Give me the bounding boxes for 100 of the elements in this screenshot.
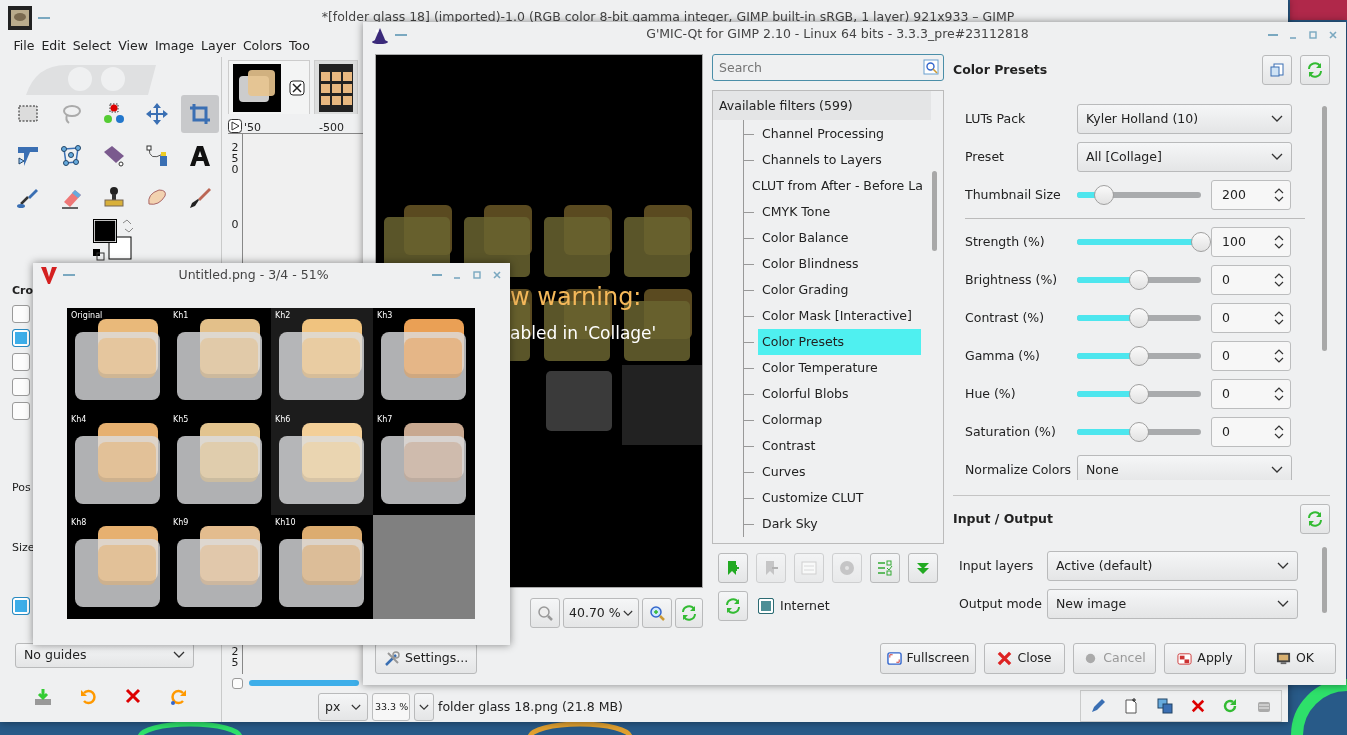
number-field[interactable]: 0 xyxy=(1211,341,1291,371)
checkbox[interactable] xyxy=(12,352,30,371)
filter-item[interactable]: Color Balance xyxy=(758,225,921,251)
filter-item[interactable]: Channel Processing xyxy=(758,121,921,147)
chevron-down-icon xyxy=(1271,115,1283,123)
spin-arrows-icon[interactable] xyxy=(1274,309,1284,327)
menu-item[interactable]: Image xyxy=(151,36,198,56)
filter-item[interactable]: Channels to Layers xyxy=(758,147,921,173)
duplicate-icon[interactable] xyxy=(1157,698,1174,714)
internet-checkbox[interactable]: Internet xyxy=(758,596,830,616)
zoom-out-button[interactable] xyxy=(530,598,560,628)
checkbox[interactable] xyxy=(12,304,30,323)
copy-button[interactable] xyxy=(1262,55,1292,85)
dash-icon[interactable] xyxy=(63,272,75,278)
slider-thumb[interactable] xyxy=(1094,185,1115,205)
number-field[interactable]: 0 xyxy=(1211,265,1291,295)
number-field[interactable]: 100 xyxy=(1211,227,1291,257)
zoom-dropdown[interactable]: 40.70 % xyxy=(563,598,639,628)
dropdown[interactable]: Active (default) xyxy=(1047,551,1298,581)
checkbox[interactable] xyxy=(758,598,774,614)
filter-item[interactable]: Colorful Blobs xyxy=(758,381,921,407)
slider-thumb[interactable] xyxy=(1129,384,1149,404)
checkbox[interactable] xyxy=(12,596,30,615)
image-tab[interactable] xyxy=(228,60,310,114)
quick-mask-button[interactable] xyxy=(232,677,243,689)
reset-button[interactable] xyxy=(1300,55,1330,85)
number-field[interactable]: 0 xyxy=(1211,417,1291,447)
filter-item[interactable]: Dark Sky xyxy=(758,511,921,537)
spin-arrows-icon[interactable] xyxy=(1274,186,1284,204)
refresh-button[interactable] xyxy=(675,598,703,628)
undo-icon[interactable] xyxy=(79,687,98,706)
number-field[interactable]: 0 xyxy=(1211,379,1291,409)
maximize-icon[interactable] xyxy=(1308,29,1318,40)
spin-arrows-icon[interactable] xyxy=(1274,385,1284,403)
number-field[interactable]: 200 xyxy=(1211,180,1291,210)
search-icon[interactable] xyxy=(923,59,939,75)
scrollbar[interactable] xyxy=(249,680,359,686)
reset-button[interactable] xyxy=(1300,504,1330,534)
filter-item[interactable]: Customize CLUT xyxy=(758,485,921,511)
dialog-button[interactable]: Apply xyxy=(1164,643,1246,674)
dropdown[interactable]: Kyler Holland (10) xyxy=(1077,104,1292,134)
image-tab[interactable] xyxy=(314,60,358,114)
delete-icon[interactable] xyxy=(1190,699,1205,713)
scrollbar[interactable] xyxy=(1322,106,1327,351)
menu-item[interactable]: File xyxy=(10,36,38,56)
zoom-dropdown[interactable] xyxy=(414,693,434,721)
filter-item[interactable]: Contrast xyxy=(758,433,921,459)
spin-arrows-icon[interactable] xyxy=(1274,233,1284,251)
dialog-button[interactable]: Fullscreen xyxy=(880,643,976,674)
search-field[interactable]: Search xyxy=(712,54,944,81)
filter-item[interactable]: Color Mask [Interactive] xyxy=(758,303,921,329)
menu-item[interactable]: Select xyxy=(69,36,115,56)
filter-item[interactable]: Color Temperature xyxy=(758,355,921,381)
menu-item[interactable]: Colors xyxy=(239,36,286,56)
dropdown[interactable]: All [Collage] xyxy=(1077,142,1292,172)
filter-item[interactable]: CLUT from After - Before La xyxy=(748,173,923,199)
dash-icon[interactable] xyxy=(395,31,407,38)
slider-thumb[interactable] xyxy=(1129,346,1149,366)
number-field[interactable]: 0 xyxy=(1211,303,1291,333)
refresh-icon[interactable] xyxy=(1222,698,1239,714)
menu-item[interactable]: View xyxy=(114,36,152,56)
menu-item[interactable]: Too xyxy=(285,36,314,56)
reset-icon[interactable] xyxy=(169,687,188,706)
checkbox[interactable] xyxy=(12,377,30,396)
refresh-button[interactable] xyxy=(718,591,748,621)
filter-item[interactable]: Color Blindness xyxy=(758,251,921,277)
slider-thumb[interactable] xyxy=(1191,232,1211,252)
menu-item[interactable]: Layer xyxy=(197,36,240,56)
save-icon[interactable] xyxy=(33,687,52,706)
close-icon[interactable] xyxy=(289,79,305,96)
checkbox[interactable] xyxy=(12,328,30,347)
filter-item[interactable]: CMYK Tone xyxy=(758,199,921,225)
dash-icon[interactable] xyxy=(38,14,50,21)
dialog-button[interactable]: OK xyxy=(1254,643,1336,674)
zoom-in-button[interactable] xyxy=(642,598,672,628)
new-layer-icon[interactable] xyxy=(1123,698,1140,714)
filter-item[interactable]: Color Presets xyxy=(758,329,921,355)
play-icon[interactable] xyxy=(228,119,242,133)
scrollbar[interactable] xyxy=(1322,547,1327,613)
unit-dropdown[interactable]: px xyxy=(318,693,368,721)
delete-icon[interactable] xyxy=(125,687,142,704)
pencil-icon[interactable] xyxy=(1089,698,1106,714)
filter-item[interactable]: Curves xyxy=(758,459,921,485)
slider-thumb[interactable] xyxy=(1129,308,1149,328)
scrollbar[interactable] xyxy=(932,171,937,251)
slider-thumb[interactable] xyxy=(1129,270,1149,290)
dropdown[interactable]: New image xyxy=(1047,589,1298,619)
spin-arrows-icon[interactable] xyxy=(1274,347,1284,365)
dropdown[interactable]: None xyxy=(1077,455,1292,480)
nodes-icon xyxy=(59,144,83,168)
settings-button[interactable]: Settings... xyxy=(375,643,478,674)
checkbox[interactable] xyxy=(12,401,30,420)
zoom-field[interactable]: 33.3 % xyxy=(372,693,410,721)
slider-thumb[interactable] xyxy=(1129,422,1149,442)
dialog-button[interactable]: Close xyxy=(984,643,1065,674)
spin-arrows-icon[interactable] xyxy=(1274,271,1284,289)
spin-arrows-icon[interactable] xyxy=(1274,423,1284,441)
filter-item[interactable]: Colormap xyxy=(758,407,921,433)
filter-item[interactable]: Color Grading xyxy=(758,277,921,303)
menu-item[interactable]: Edit xyxy=(37,36,70,56)
